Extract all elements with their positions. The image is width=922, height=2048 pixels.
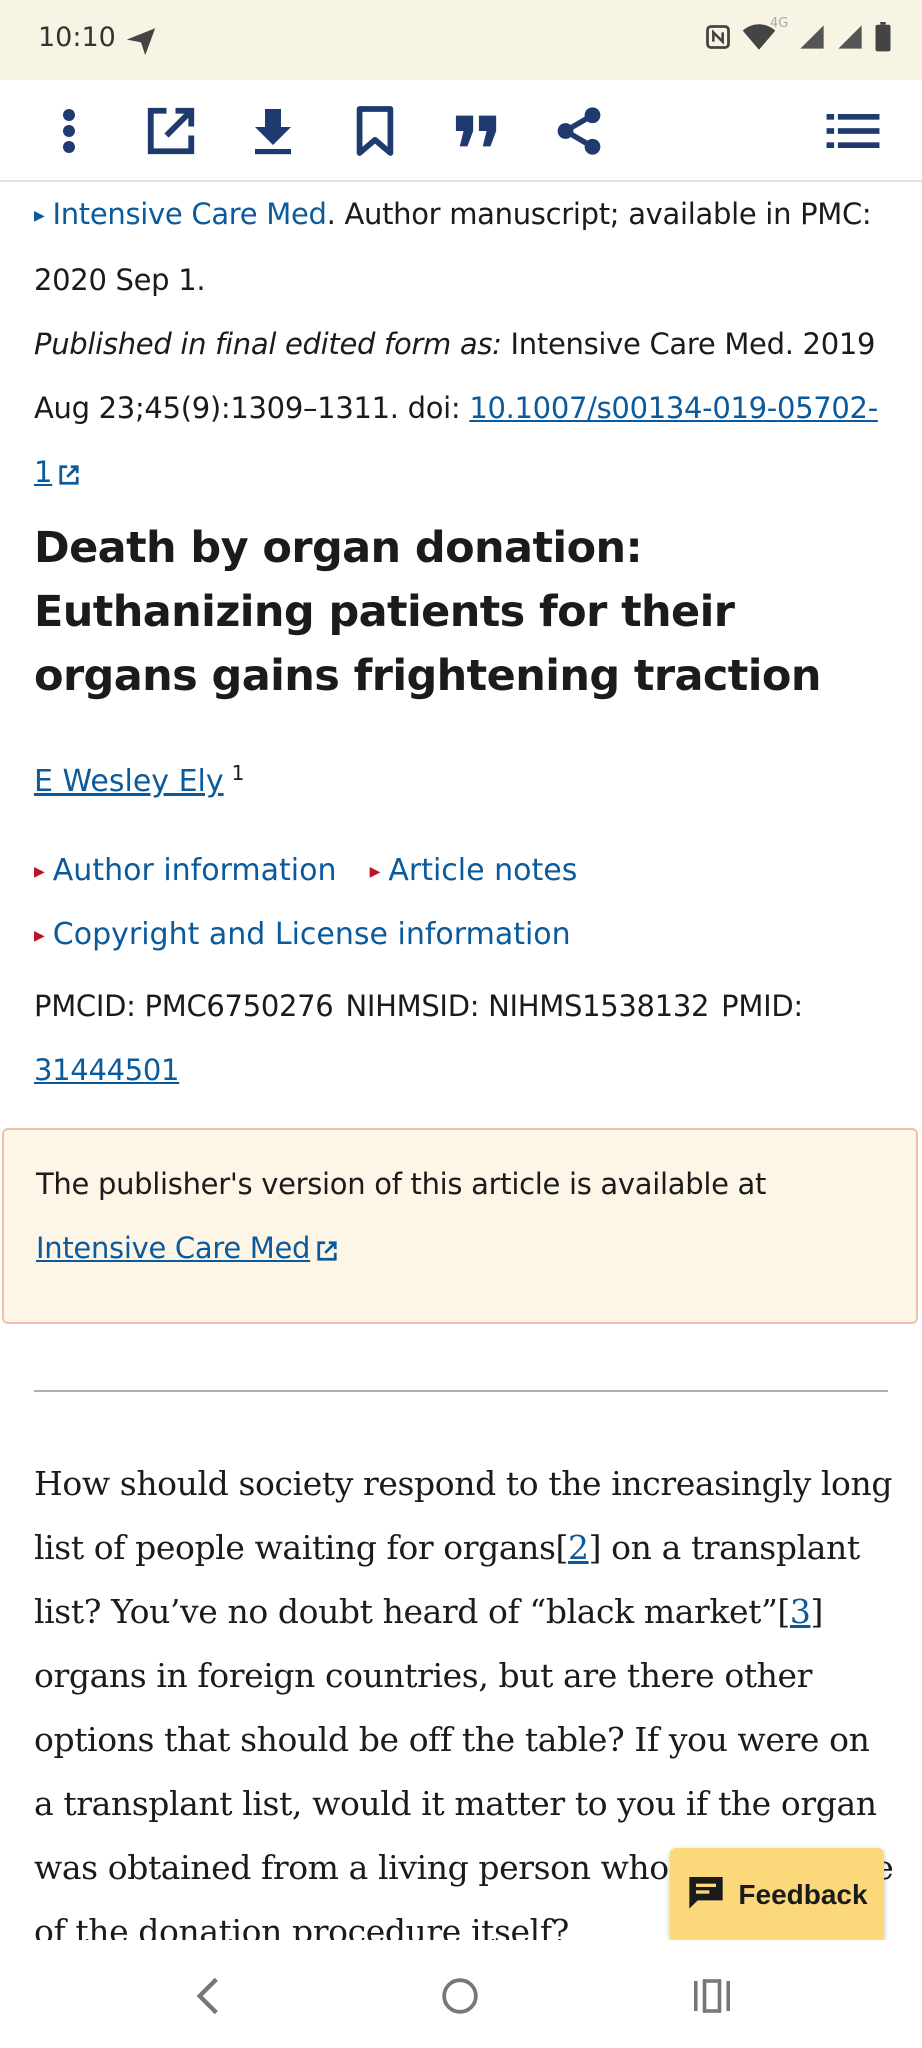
- send-icon: [124, 24, 158, 58]
- contents-button[interactable]: [824, 102, 882, 160]
- system-nav-bar: [0, 1940, 922, 2048]
- back-button[interactable]: [178, 1968, 238, 2028]
- external-link-icon: [316, 1220, 338, 1284]
- wifi-icon: 4G: [742, 16, 788, 52]
- expand-triangle-icon[interactable]: ▶: [34, 208, 45, 224]
- bookmark-button[interactable]: [346, 102, 404, 160]
- list-icon: [826, 114, 880, 148]
- expand-triangle-icon: ▶: [34, 864, 45, 880]
- article-notes-link[interactable]: Article notes: [388, 853, 577, 888]
- section-divider: [34, 1390, 888, 1392]
- cite-button[interactable]: [448, 102, 506, 160]
- journal-link[interactable]: Intensive Care Med: [52, 197, 326, 231]
- author-info-toggle[interactable]: ▶ Author information: [34, 853, 336, 888]
- author-affiliation-sup: 1: [231, 761, 245, 785]
- network-type-label: 4G: [770, 16, 789, 31]
- reference-link[interactable]: 3: [790, 1592, 811, 1631]
- feedback-label: Feedback: [738, 1879, 868, 1910]
- more-vert-icon: [59, 107, 79, 155]
- author-link[interactable]: E Wesley Ely: [34, 764, 224, 799]
- pmid-link[interactable]: 31444501: [34, 1053, 180, 1087]
- recents-icon: [692, 1978, 732, 2018]
- expand-triangle-icon: ▶: [34, 928, 45, 944]
- article-title: Death by organ donation: Euthanizing pat…: [34, 523, 821, 701]
- feedback-button[interactable]: Feedback: [670, 1848, 884, 1942]
- pmcid-text: PMCID: PMC6750276: [34, 989, 334, 1023]
- signal-icon: [798, 23, 826, 51]
- more-options-button[interactable]: [40, 102, 98, 160]
- notice-text: The publisher's version of this article …: [36, 1167, 767, 1201]
- status-time: 10:10: [38, 22, 116, 53]
- copyright-link[interactable]: Copyright and License information: [53, 917, 571, 952]
- publisher-notice: The publisher's version of this article …: [2, 1128, 918, 1324]
- share-button[interactable]: [550, 102, 608, 160]
- status-icons: 4G: [704, 16, 892, 52]
- nfc-icon: [704, 23, 732, 51]
- recents-button[interactable]: [682, 1968, 742, 2028]
- download-button[interactable]: [244, 102, 302, 160]
- pmid-label: PMID:: [721, 989, 803, 1023]
- expand-triangle-icon: ▶: [369, 864, 381, 880]
- signal-icon: [836, 23, 864, 51]
- feedback-icon: [686, 1872, 726, 1919]
- article-toolbar: [0, 80, 922, 182]
- home-icon: [441, 1977, 479, 2019]
- download-icon: [249, 105, 297, 157]
- home-button[interactable]: [430, 1968, 490, 2028]
- article-notes-toggle[interactable]: ▶ Article notes: [370, 853, 578, 888]
- copyright-toggle[interactable]: ▶ Copyright and License information: [34, 917, 571, 952]
- status-bar: 10:10 4G: [0, 0, 922, 80]
- article-ids: PMCID: PMC6750276 NIHMSID: NIHMS1538132 PM…: [34, 974, 888, 1102]
- quote-icon: [454, 113, 500, 149]
- author-notes-row: ▶ Author information ▶ Article notes: [34, 846, 577, 897]
- citation-line: ▶ Intensive Care Med. Author manuscript; …: [34, 182, 888, 312]
- copyright-row: ▶ Copyright and License information: [34, 910, 571, 961]
- reference-link[interactable]: 2: [568, 1528, 589, 1567]
- published-line: Published in final edited form as: Inten…: [34, 312, 888, 508]
- published-label: Published in final edited form as:: [34, 327, 502, 361]
- open-external-icon: [144, 104, 198, 158]
- back-icon: [193, 1976, 223, 2020]
- citation-block: ▶ Intensive Care Med. Author manuscript; …: [34, 182, 888, 508]
- author-info-link[interactable]: Author information: [53, 853, 337, 888]
- publisher-link[interactable]: Intensive Care Med: [36, 1231, 310, 1265]
- battery-icon: [874, 22, 892, 52]
- nihmsid-text: NIHMSID: NIHMS1538132: [345, 989, 710, 1023]
- bookmark-icon: [353, 104, 397, 158]
- author-line: E Wesley Ely 1: [34, 748, 244, 807]
- external-link-icon: [58, 444, 80, 508]
- open-in-new-button[interactable]: [142, 102, 200, 160]
- share-icon: [552, 104, 606, 158]
